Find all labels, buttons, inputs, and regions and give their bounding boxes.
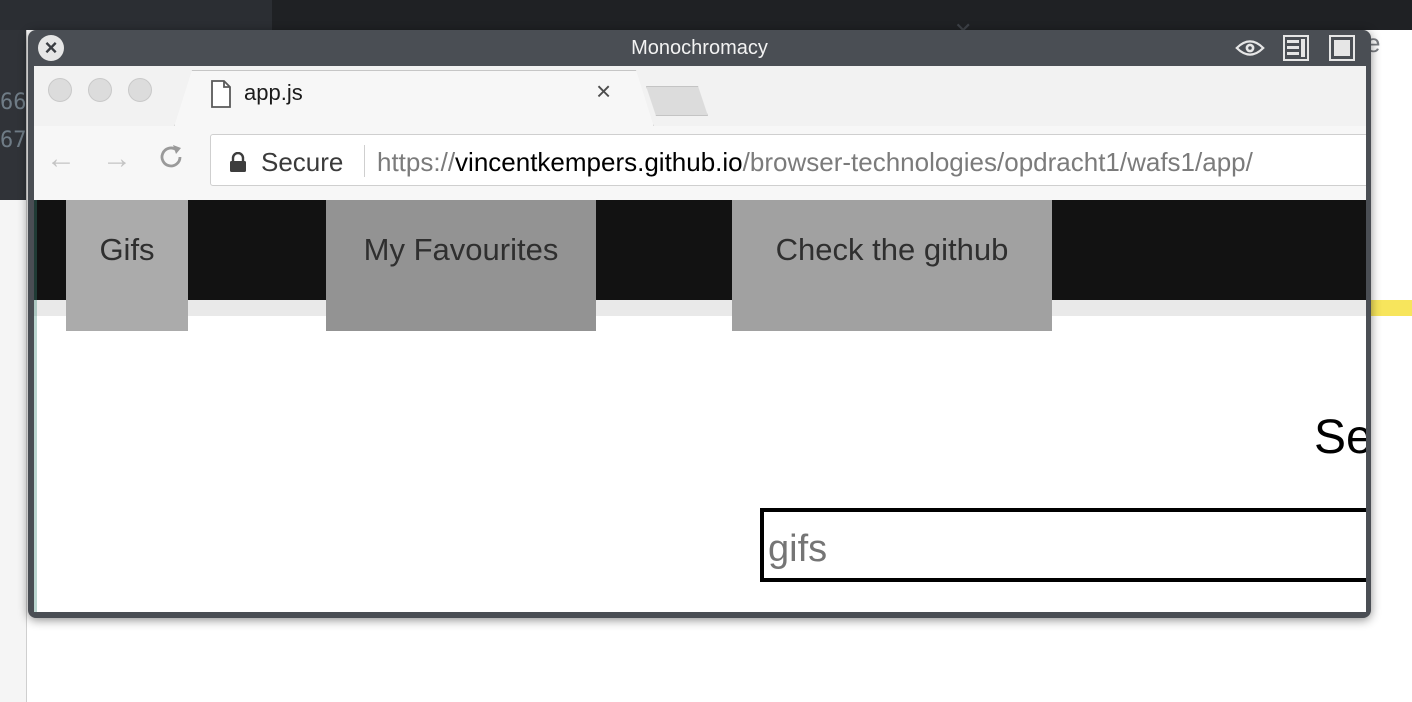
- background-line-number: 66: [0, 90, 27, 115]
- background-editor-gutter: [0, 30, 26, 200]
- nav-link-check-the-github[interactable]: Check the github: [732, 200, 1052, 331]
- address-separator: [364, 145, 365, 177]
- page-content: Gifs My Favourites Check the github Sear: [34, 200, 1366, 612]
- navbar-underline: [34, 300, 1366, 316]
- simulated-view: app.js × ← → Secure https://vincentkempe…: [34, 66, 1366, 612]
- search-heading: Sear: [1314, 411, 1366, 464]
- browser-toolbar: ← → Secure https://vincentkempers.github…: [34, 126, 1366, 201]
- tab-title: app.js: [244, 80, 303, 105]
- page-left-edge: [34, 200, 37, 612]
- window-zoom-button[interactable]: [128, 78, 152, 102]
- window-minimize-button[interactable]: [88, 78, 112, 102]
- overlay-toolbar: [1235, 35, 1357, 61]
- window-icon[interactable]: [1327, 35, 1357, 61]
- window-close-button[interactable]: [48, 78, 72, 102]
- overlay-title: Monochromacy: [631, 37, 768, 59]
- reload-icon[interactable]: [156, 142, 186, 178]
- monochromacy-window: × Monochromacy app.js × ← → Secure https…: [28, 30, 1371, 618]
- address-bar[interactable]: Secure https://vincentkempers.github.io/…: [210, 134, 1366, 186]
- url-path: /browser-technologies/opdracht1/wafs1/ap…: [742, 147, 1253, 177]
- search-input[interactable]: [760, 508, 1366, 582]
- file-icon: [210, 80, 232, 113]
- new-tab-button[interactable]: [646, 86, 708, 116]
- url-scheme: https://: [377, 147, 456, 177]
- url-host: vincentkempers.github.io: [455, 147, 743, 177]
- nav-link-gifs[interactable]: Gifs: [66, 200, 188, 331]
- url-text: https://vincentkempers.github.io/browser…: [377, 147, 1253, 178]
- background-line-number: 67: [0, 128, 27, 153]
- site-navbar: [34, 200, 1366, 300]
- background-top-bar-dark: [272, 0, 1412, 30]
- forward-arrow-icon[interactable]: →: [102, 144, 132, 174]
- nav-link-my-favourites[interactable]: My Favourites: [326, 200, 596, 331]
- eye-icon[interactable]: [1235, 35, 1265, 61]
- browser-tab-strip: app.js ×: [34, 66, 1366, 127]
- list-view-icon[interactable]: [1281, 35, 1311, 61]
- tab-close-icon[interactable]: ×: [596, 78, 611, 104]
- secure-label: Secure: [261, 147, 344, 177]
- back-arrow-icon[interactable]: ←: [46, 144, 76, 174]
- lock-icon: [229, 151, 247, 177]
